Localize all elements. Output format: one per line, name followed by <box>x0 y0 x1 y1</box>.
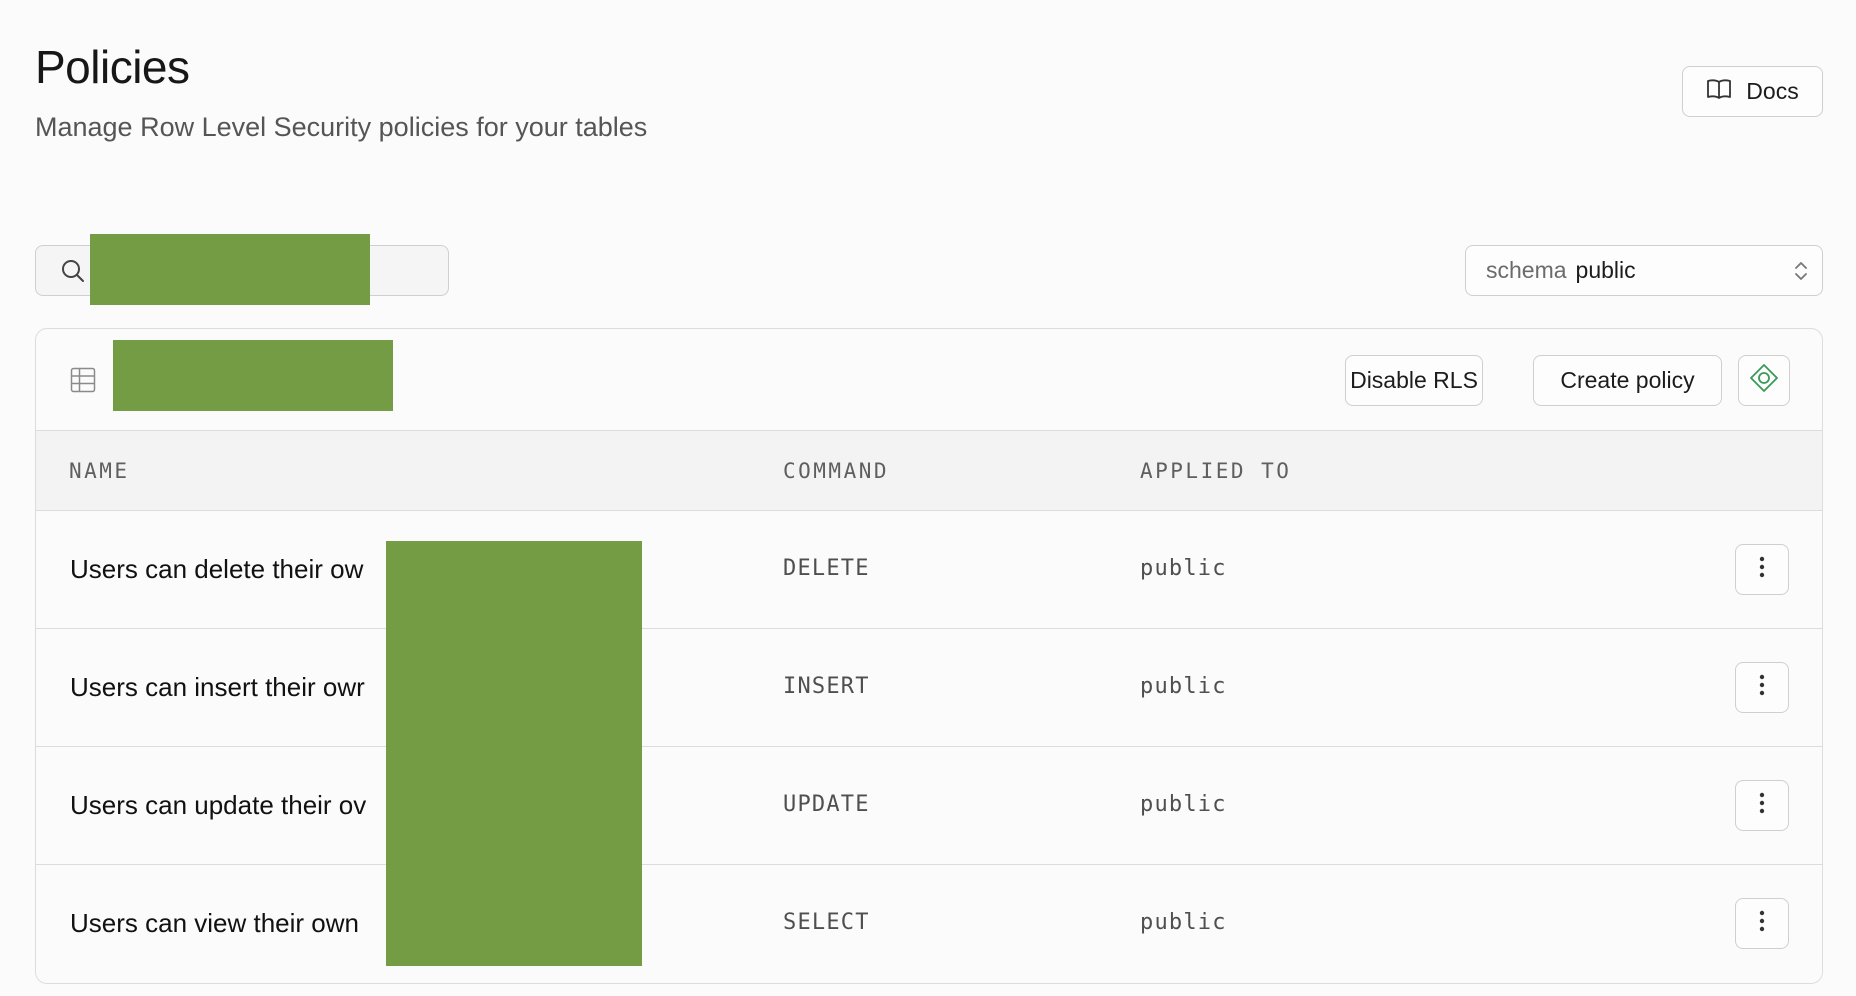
docs-button[interactable]: Docs <box>1682 66 1823 117</box>
more-vertical-icon <box>1759 674 1765 701</box>
search-icon <box>60 258 86 289</box>
policy-command: UPDATE <box>783 792 870 817</box>
schema-select-value: public <box>1575 257 1636 283</box>
more-vertical-icon <box>1759 792 1765 819</box>
column-header-name: NAME <box>69 459 130 483</box>
create-policy-button[interactable]: Create policy <box>1533 355 1722 406</box>
ai-assistant-icon <box>1749 363 1779 399</box>
page-subtitle: Manage Row Level Security policies for y… <box>35 112 648 142</box>
more-vertical-icon <box>1759 910 1765 937</box>
chevrons-up-down-icon <box>1792 260 1810 288</box>
policy-applied-to: public <box>1140 674 1227 699</box>
policy-command: DELETE <box>783 556 870 581</box>
table-row[interactable]: Users can view their own SELECT public <box>36 865 1822 983</box>
row-actions-button[interactable] <box>1735 898 1789 949</box>
column-header-command: COMMAND <box>783 459 890 483</box>
row-actions-button[interactable] <box>1735 780 1789 831</box>
disable-rls-button[interactable]: Disable RLS <box>1345 355 1483 406</box>
redacted-table-name <box>113 340 393 411</box>
page-title: Policies <box>35 41 190 93</box>
policy-name: Users can delete their ow <box>70 554 364 584</box>
table-row[interactable]: Users can update their ov UPDATE public <box>36 747 1822 865</box>
policy-applied-to: public <box>1140 792 1227 817</box>
docs-label: Docs <box>1746 78 1799 104</box>
more-vertical-icon <box>1759 556 1765 583</box>
policy-name: Users can insert their owr <box>70 672 365 702</box>
policy-applied-to: public <box>1140 910 1227 935</box>
redacted-policy-names <box>386 541 642 966</box>
column-header-row: NAME COMMAND APPLIED TO <box>36 431 1822 511</box>
schema-select-prefix: schema <box>1486 257 1567 283</box>
row-actions-button[interactable] <box>1735 662 1789 713</box>
policy-command: SELECT <box>783 910 870 935</box>
row-actions-button[interactable] <box>1735 544 1789 595</box>
redacted-search-value <box>90 234 370 305</box>
policy-name: Users can view their own <box>70 908 359 938</box>
policy-command: INSERT <box>783 674 870 699</box>
column-header-applied-to: APPLIED TO <box>1140 459 1292 483</box>
schema-select[interactable]: schema public <box>1465 245 1823 296</box>
policies-table-card: Disable RLS Create policy NAME COMMAND A… <box>35 328 1823 984</box>
table-row[interactable]: Users can delete their ow DELETE public <box>36 511 1822 629</box>
policy-applied-to: public <box>1140 556 1227 581</box>
table-row[interactable]: Users can insert their owr INSERT public <box>36 629 1822 747</box>
ai-assistant-button[interactable] <box>1738 355 1790 406</box>
table-grid-icon <box>70 367 96 398</box>
book-open-icon <box>1706 77 1732 107</box>
policy-name: Users can update their ov <box>70 790 367 820</box>
card-header: Disable RLS Create policy <box>36 329 1822 431</box>
